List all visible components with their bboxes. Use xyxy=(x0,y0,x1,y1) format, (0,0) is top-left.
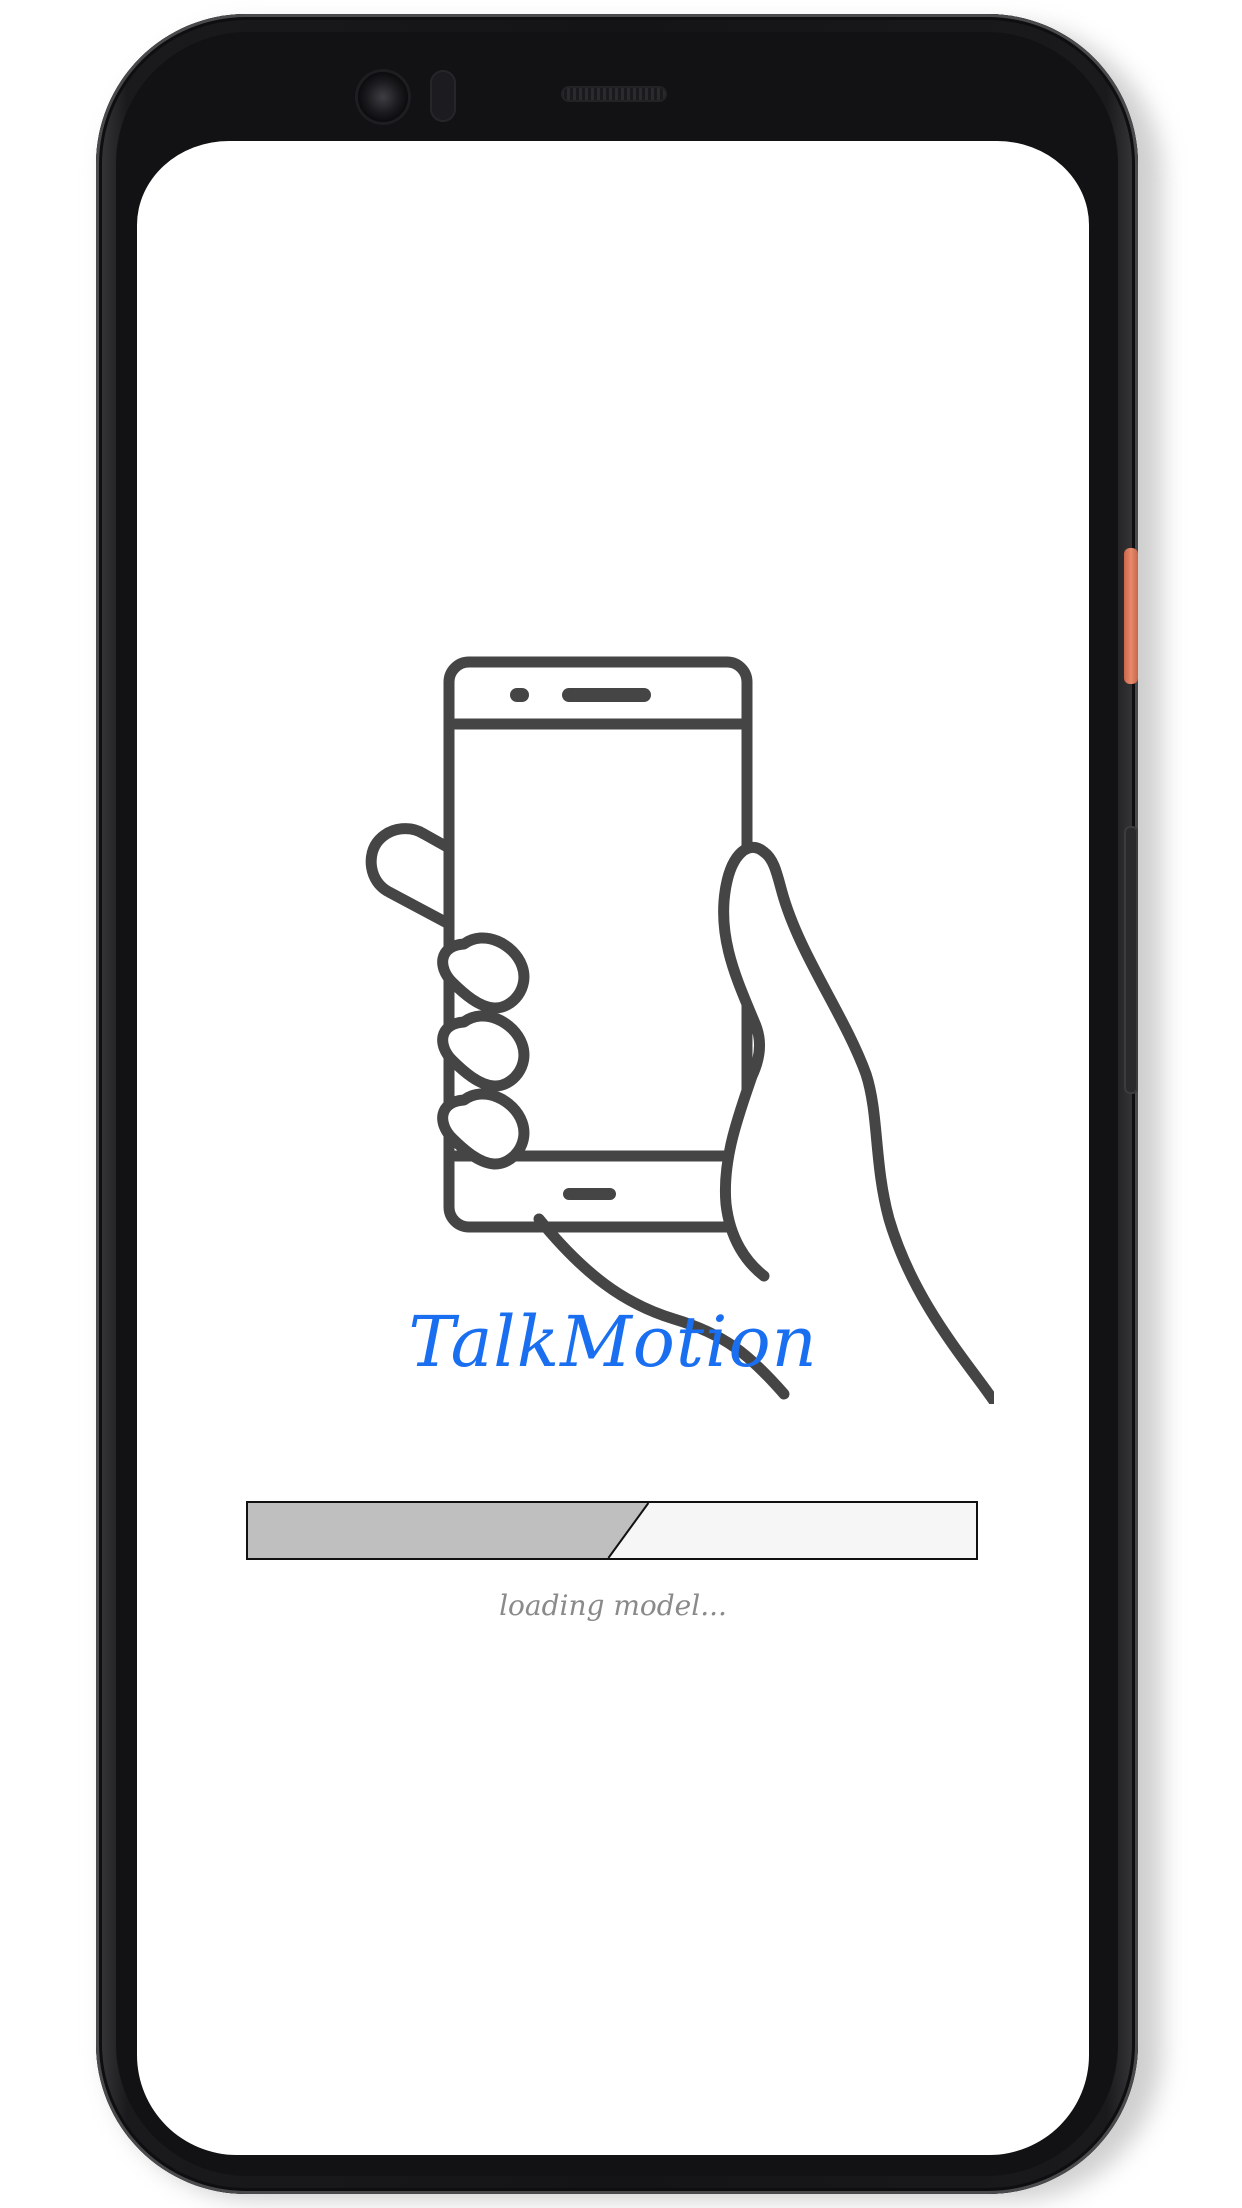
volume-button xyxy=(1124,826,1138,1094)
progress-fill xyxy=(248,1503,649,1558)
front-camera-icon xyxy=(358,72,408,122)
loading-status-text: loading model... xyxy=(499,1589,727,1622)
app-screen: TalkMotion loading model... xyxy=(137,141,1089,2155)
app-title: TalkMotion xyxy=(408,1301,818,1383)
proximity-sensor-icon xyxy=(430,70,456,122)
hand-holding-phone-icon xyxy=(354,514,994,1404)
earpiece-speaker-icon xyxy=(561,86,667,102)
power-button xyxy=(1124,548,1138,684)
loading-progress-bar xyxy=(246,1501,978,1560)
